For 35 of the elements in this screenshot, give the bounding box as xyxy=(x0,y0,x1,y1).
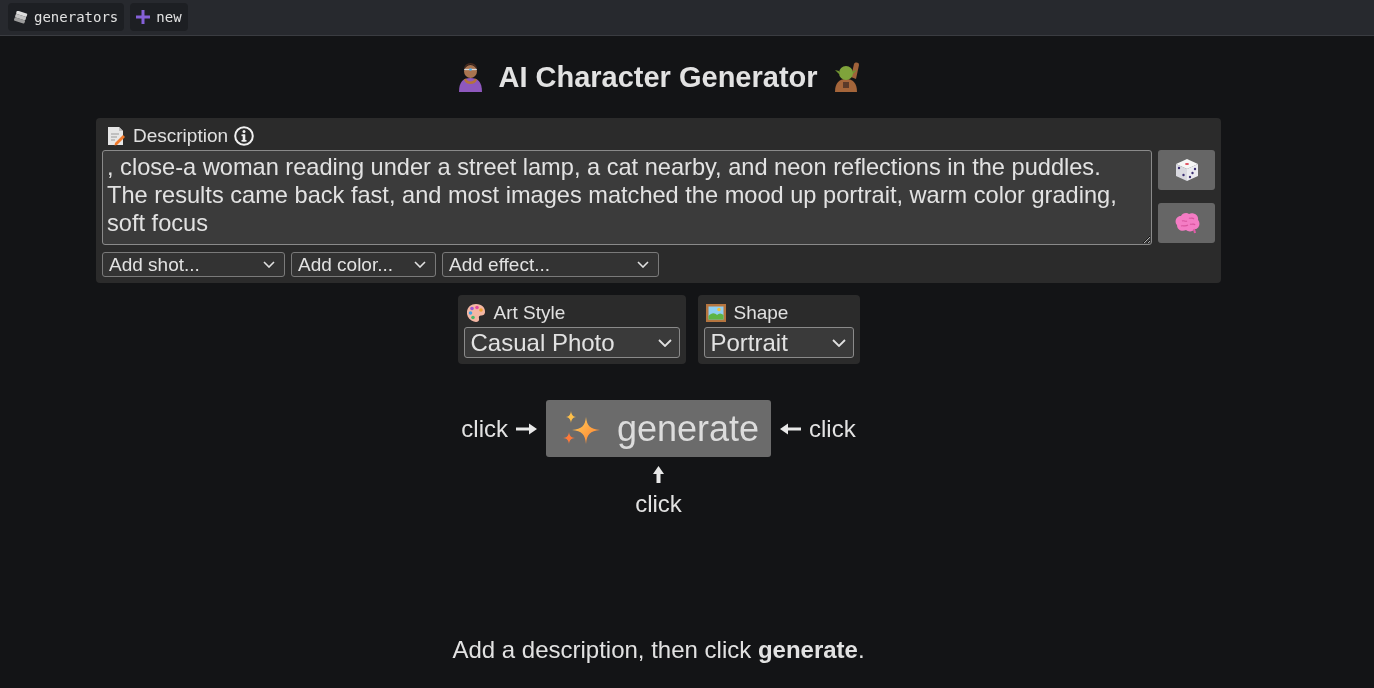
description-label: Description xyxy=(133,125,229,147)
click-hint: click xyxy=(461,414,508,443)
chevron-down-icon xyxy=(414,261,426,268)
brain-icon xyxy=(1173,212,1200,234)
generators-button[interactable]: generators xyxy=(8,3,125,31)
page-title: AI Character Generator xyxy=(498,60,818,95)
instruction-text: Add a description, then click generate. xyxy=(452,636,865,664)
arrow-right-icon xyxy=(516,422,537,435)
arrow-left-icon xyxy=(780,422,801,435)
chevron-down-icon xyxy=(657,338,672,347)
palette-icon xyxy=(465,303,486,323)
new-button[interactable]: new xyxy=(130,3,188,31)
chevron-down-icon xyxy=(263,261,275,268)
arrow-up-icon xyxy=(653,466,664,483)
stack-icon xyxy=(14,10,28,24)
person-icon xyxy=(457,62,485,92)
shape-label: Shape xyxy=(733,302,789,324)
random-button[interactable] xyxy=(1158,150,1215,190)
chevron-down-icon xyxy=(831,338,846,347)
effect-dropdown[interactable]: Add effect... xyxy=(442,252,659,277)
dice-icon xyxy=(1174,158,1199,182)
info-icon xyxy=(234,126,255,146)
shot-dropdown[interactable]: Add shot... xyxy=(102,252,285,277)
art-style-dropdown[interactable]: Casual Photo xyxy=(463,327,680,358)
memo-icon xyxy=(107,126,125,146)
picture-icon xyxy=(705,303,726,323)
click-hint: click xyxy=(635,490,682,518)
click-hint: click xyxy=(809,414,856,443)
chevron-down-icon xyxy=(637,261,649,268)
plus-icon xyxy=(136,10,151,24)
shape-dropdown[interactable]: Portrait xyxy=(703,327,854,358)
description-field[interactable]: , close-a woman reading under a street lamp, a cat nearby, and neon reflections in the puddles. The results came back fast, and most images matched the mood up portrait, warm color grading, soft focus xyxy=(102,150,1152,245)
color-dropdown[interactable]: Add color... xyxy=(291,252,436,277)
art-style-label: Art Style xyxy=(493,302,566,324)
generate-button[interactable]: generate xyxy=(546,400,771,457)
